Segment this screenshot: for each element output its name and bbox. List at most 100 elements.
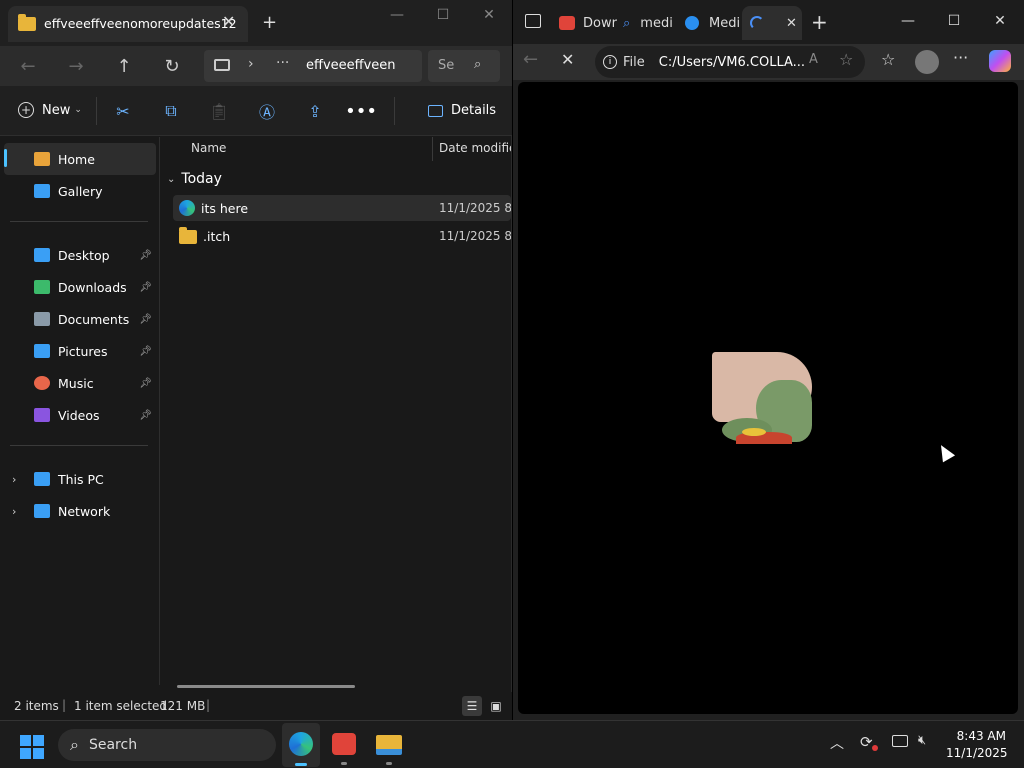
sidebar-item-this-pc[interactable]: › This PC [4, 463, 156, 495]
forward-button[interactable]: → [60, 50, 92, 82]
url-bar[interactable]: i File C:/Users/VM6.COLLA... [595, 46, 865, 78]
clock-date[interactable]: 11/1/2025 [946, 746, 1008, 760]
avatar[interactable] [915, 50, 939, 74]
tiles-view-icon[interactable]: ▣ [486, 696, 506, 716]
cut-icon[interactable]: ✂ [108, 96, 138, 126]
sidebar-item-label: Desktop [58, 247, 110, 263]
network-icon[interactable] [892, 735, 908, 747]
pc-icon [34, 472, 50, 486]
browser-tab-active[interactable]: ✕ [742, 6, 802, 40]
search-box[interactable]: Se ⌕ [428, 50, 500, 82]
close-button[interactable]: ✕ [977, 6, 1023, 36]
file-date: 11/1/2025 8:40 [439, 229, 511, 243]
more-options-icon[interactable]: ••• [345, 96, 377, 126]
sidebar-item-label: Downloads [58, 279, 127, 295]
copilot-icon[interactable] [989, 50, 1011, 72]
sidebar-item-label: Home [58, 151, 95, 167]
page-content[interactable] [518, 82, 1018, 714]
back-button[interactable]: ← [523, 49, 538, 70]
running-indicator [386, 762, 392, 765]
music-icon [34, 376, 50, 390]
browser-tab[interactable]: ⌕ medi [623, 6, 683, 40]
maximize-button[interactable]: ☐ [420, 0, 466, 30]
folder-icon [18, 14, 36, 31]
expand-chevron-icon[interactable]: › [12, 473, 16, 486]
sidebar-item-videos[interactable]: Videos 📌︎ [4, 399, 156, 431]
stop-loading-button[interactable]: ✕ [561, 50, 574, 69]
volume-muted-icon[interactable]: 🔇︎ [918, 733, 926, 748]
chevron-down-icon: ⌄ [167, 173, 176, 185]
taskbar-search[interactable]: ⌕ Search [58, 729, 276, 761]
file-explorer-window: effveeeffveenomoreupdates12 ✕ + — ☐ ✕ ← … [0, 0, 512, 720]
explorer-tab[interactable]: effveeeffveenomoreupdates12 ✕ [8, 6, 248, 42]
group-header-today[interactable]: ⌄ Today [167, 171, 222, 187]
new-tab-button[interactable]: + [262, 12, 277, 33]
divider [96, 97, 97, 125]
close-button[interactable]: ✕ [466, 0, 512, 30]
new-tab-button[interactable]: + [811, 10, 828, 34]
new-button[interactable]: + New ⌄ [18, 102, 82, 118]
divider [10, 221, 148, 222]
sync-icon[interactable]: ⟳ [860, 733, 873, 751]
sidebar-item-desktop[interactable]: Desktop 📌︎ [4, 239, 156, 271]
settings-more-icon[interactable]: ··· [953, 48, 968, 67]
close-tab-icon[interactable]: ✕ [222, 12, 235, 31]
tab-label: Dowr [583, 15, 617, 31]
sidebar-item-label: Gallery [58, 183, 103, 199]
chevron-down-icon: ⌄ [74, 105, 82, 115]
search-icon: ⌕ [474, 57, 482, 72]
chevron-up-icon[interactable]: ︿ [830, 733, 844, 753]
sidebar-item-downloads[interactable]: Downloads 📌︎ [4, 271, 156, 303]
browser-tab[interactable]: Medi [685, 6, 741, 40]
table-row[interactable]: its here 11/1/2025 8:40 [173, 195, 511, 221]
horizontal-scrollbar[interactable] [177, 685, 355, 688]
favorites-icon[interactable]: ☆ [881, 50, 895, 69]
gallery-icon [34, 184, 50, 198]
sidebar-item-home[interactable]: Home [4, 143, 156, 175]
close-tab-icon[interactable]: ✕ [786, 16, 797, 31]
favorite-star-icon[interactable]: ☆ [839, 50, 853, 69]
pin-icon: 📌︎ [139, 281, 152, 293]
address-more[interactable]: ··· [276, 55, 289, 71]
group-label: Today [181, 171, 222, 187]
up-button[interactable]: ↑ [108, 50, 140, 82]
edge-icon [685, 16, 699, 30]
minimize-button[interactable]: — [885, 6, 931, 36]
read-aloud-icon[interactable]: A [809, 52, 818, 67]
column-divider[interactable] [432, 137, 433, 161]
file-name: its here [201, 200, 249, 216]
refresh-button[interactable]: ↻ [156, 50, 188, 82]
url-text: C:/Users/VM6.COLLA... [658, 54, 806, 70]
back-button[interactable]: ← [12, 50, 44, 82]
start-button[interactable] [20, 735, 44, 759]
taskbar-edge-button[interactable] [282, 723, 320, 767]
clock-time[interactable]: 8:43 AM [946, 729, 1006, 743]
address-crumb[interactable]: effveeeffveen [306, 58, 396, 73]
info-icon[interactable]: i [603, 55, 617, 69]
browser-tab-strip: Dowr ⌕ medi Medi ✕ + — ☐ ✕ [513, 0, 1024, 44]
browser-tab[interactable]: Dowr [559, 6, 619, 40]
maximize-button[interactable]: ☐ [931, 6, 977, 36]
table-row[interactable]: .itch 11/1/2025 8:40 [173, 223, 511, 249]
itch-app-icon[interactable] [332, 733, 356, 755]
expand-chevron-icon[interactable]: › [12, 505, 16, 518]
minimize-button[interactable]: — [374, 0, 420, 30]
file-explorer-icon[interactable] [376, 735, 402, 755]
share-icon[interactable]: ⇪ [300, 96, 330, 126]
tab-actions-icon[interactable] [525, 14, 541, 28]
sidebar-item-documents[interactable]: Documents 📌︎ [4, 303, 156, 335]
pictures-icon [34, 344, 50, 358]
sidebar-item-pictures[interactable]: Pictures 📌︎ [4, 335, 156, 367]
details-view-icon[interactable]: ☰ [462, 696, 482, 716]
details-button[interactable]: Details [428, 103, 496, 118]
paste-icon[interactable]: 📋︎ [204, 96, 234, 126]
rename-icon[interactable]: Ⓐ [252, 96, 282, 126]
column-header-date[interactable]: Date modified [439, 141, 511, 155]
sidebar-item-network[interactable]: › Network [4, 495, 156, 527]
details-pane-icon [428, 104, 443, 117]
address-bar[interactable]: › ··· effveeeffveen [204, 50, 422, 82]
copy-icon[interactable]: ⧉ [156, 96, 186, 126]
sidebar-item-music[interactable]: Music 📌︎ [4, 367, 156, 399]
column-header-name[interactable]: Name [191, 141, 226, 155]
sidebar-item-gallery[interactable]: Gallery [4, 175, 156, 207]
